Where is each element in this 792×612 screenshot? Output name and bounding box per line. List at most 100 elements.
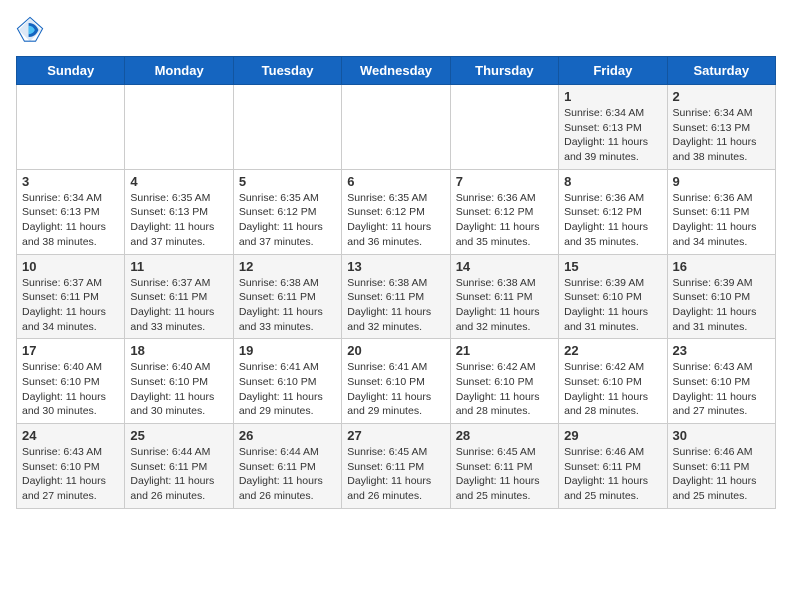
weekday-header-thursday: Thursday [450, 57, 558, 85]
week-row-3: 10 Sunrise: 6:37 AM Sunset: 6:11 PM Dayli… [17, 254, 776, 339]
empty-cell [450, 85, 558, 170]
day-cell-4: 4 Sunrise: 6:35 AM Sunset: 6:13 PM Daylig… [125, 169, 233, 254]
day-number: 12 [239, 259, 336, 274]
day-cell-15: 15 Sunrise: 6:39 AM Sunset: 6:10 PM Dayli… [559, 254, 667, 339]
weekday-header-sunday: Sunday [17, 57, 125, 85]
day-number: 30 [673, 428, 770, 443]
day-cell-20: 20 Sunrise: 6:41 AM Sunset: 6:10 PM Dayli… [342, 339, 450, 424]
day-info: Sunrise: 6:40 AM Sunset: 6:10 PM Dayligh… [130, 360, 227, 419]
day-number: 9 [673, 174, 770, 189]
day-cell-22: 22 Sunrise: 6:42 AM Sunset: 6:10 PM Dayli… [559, 339, 667, 424]
day-cell-1: 1Sunrise: 6:34 AM Sunset: 6:13 PM Daylig… [559, 85, 667, 170]
empty-cell [17, 85, 125, 170]
day-info: Sunrise: 6:40 AM Sunset: 6:10 PM Dayligh… [22, 360, 119, 419]
day-info: Sunrise: 6:39 AM Sunset: 6:10 PM Dayligh… [673, 276, 770, 335]
day-info: Sunrise: 6:43 AM Sunset: 6:10 PM Dayligh… [22, 445, 119, 504]
weekday-header-saturday: Saturday [667, 57, 775, 85]
week-row-1: 1Sunrise: 6:34 AM Sunset: 6:13 PM Daylig… [17, 85, 776, 170]
day-number: 18 [130, 343, 227, 358]
logo-icon [16, 16, 44, 44]
day-cell-16: 16 Sunrise: 6:39 AM Sunset: 6:10 PM Dayli… [667, 254, 775, 339]
day-number: 29 [564, 428, 661, 443]
page-header [16, 16, 776, 44]
day-number: 8 [564, 174, 661, 189]
day-cell-14: 14 Sunrise: 6:38 AM Sunset: 6:11 PM Dayli… [450, 254, 558, 339]
day-info: Sunrise: 6:44 AM Sunset: 6:11 PM Dayligh… [239, 445, 336, 504]
day-number: 25 [130, 428, 227, 443]
day-info: Sunrise: 6:34 AM Sunset: 6:13 PM Dayligh… [22, 191, 119, 250]
day-cell-6: 6 Sunrise: 6:35 AM Sunset: 6:12 PM Daylig… [342, 169, 450, 254]
day-info: Sunrise: 6:36 AM Sunset: 6:12 PM Dayligh… [456, 191, 553, 250]
day-number: 16 [673, 259, 770, 274]
day-info: Sunrise: 6:44 AM Sunset: 6:11 PM Dayligh… [130, 445, 227, 504]
weekday-header-wednesday: Wednesday [342, 57, 450, 85]
day-number: 4 [130, 174, 227, 189]
day-number: 22 [564, 343, 661, 358]
day-number: 7 [456, 174, 553, 189]
day-info: Sunrise: 6:34 AM Sunset: 6:13 PM Dayligh… [564, 106, 661, 165]
day-info: Sunrise: 6:36 AM Sunset: 6:12 PM Dayligh… [564, 191, 661, 250]
day-number: 21 [456, 343, 553, 358]
day-number: 2 [673, 89, 770, 104]
day-cell-9: 9 Sunrise: 6:36 AM Sunset: 6:11 PM Daylig… [667, 169, 775, 254]
day-number: 3 [22, 174, 119, 189]
day-cell-27: 27Sunrise: 6:45 AM Sunset: 6:11 PM Dayli… [342, 424, 450, 509]
day-cell-23: 23 Sunrise: 6:43 AM Sunset: 6:10 PM Dayli… [667, 339, 775, 424]
day-cell-3: 3 Sunrise: 6:34 AM Sunset: 6:13 PM Daylig… [17, 169, 125, 254]
day-info: Sunrise: 6:37 AM Sunset: 6:11 PM Dayligh… [22, 276, 119, 335]
day-cell-11: 11Sunrise: 6:37 AM Sunset: 6:11 PM Dayli… [125, 254, 233, 339]
day-number: 27 [347, 428, 444, 443]
day-cell-8: 8 Sunrise: 6:36 AM Sunset: 6:12 PM Daylig… [559, 169, 667, 254]
day-info: Sunrise: 6:38 AM Sunset: 6:11 PM Dayligh… [347, 276, 444, 335]
day-info: Sunrise: 6:43 AM Sunset: 6:10 PM Dayligh… [673, 360, 770, 419]
day-info: Sunrise: 6:35 AM Sunset: 6:12 PM Dayligh… [239, 191, 336, 250]
day-number: 5 [239, 174, 336, 189]
calendar-table: SundayMondayTuesdayWednesdayThursdayFrid… [16, 56, 776, 509]
day-info: Sunrise: 6:42 AM Sunset: 6:10 PM Dayligh… [456, 360, 553, 419]
day-info: Sunrise: 6:45 AM Sunset: 6:11 PM Dayligh… [456, 445, 553, 504]
day-info: Sunrise: 6:46 AM Sunset: 6:11 PM Dayligh… [564, 445, 661, 504]
day-info: Sunrise: 6:41 AM Sunset: 6:10 PM Dayligh… [239, 360, 336, 419]
day-info: Sunrise: 6:46 AM Sunset: 6:11 PM Dayligh… [673, 445, 770, 504]
empty-cell [233, 85, 341, 170]
day-cell-29: 29 Sunrise: 6:46 AM Sunset: 6:11 PM Dayli… [559, 424, 667, 509]
day-cell-30: 30 Sunrise: 6:46 AM Sunset: 6:11 PM Dayli… [667, 424, 775, 509]
day-number: 26 [239, 428, 336, 443]
day-number: 15 [564, 259, 661, 274]
logo [16, 16, 48, 44]
day-cell-10: 10 Sunrise: 6:37 AM Sunset: 6:11 PM Dayli… [17, 254, 125, 339]
day-info: Sunrise: 6:35 AM Sunset: 6:13 PM Dayligh… [130, 191, 227, 250]
day-cell-2: 2 Sunrise: 6:34 AM Sunset: 6:13 PM Daylig… [667, 85, 775, 170]
day-info: Sunrise: 6:39 AM Sunset: 6:10 PM Dayligh… [564, 276, 661, 335]
day-cell-5: 5 Sunrise: 6:35 AM Sunset: 6:12 PM Daylig… [233, 169, 341, 254]
day-info: Sunrise: 6:34 AM Sunset: 6:13 PM Dayligh… [673, 106, 770, 165]
day-number: 19 [239, 343, 336, 358]
day-number: 13 [347, 259, 444, 274]
day-info: Sunrise: 6:36 AM Sunset: 6:11 PM Dayligh… [673, 191, 770, 250]
weekday-header-monday: Monday [125, 57, 233, 85]
day-number: 20 [347, 343, 444, 358]
day-number: 23 [673, 343, 770, 358]
day-number: 24 [22, 428, 119, 443]
empty-cell [125, 85, 233, 170]
weekday-header-row: SundayMondayTuesdayWednesdayThursdayFrid… [17, 57, 776, 85]
day-number: 10 [22, 259, 119, 274]
day-number: 14 [456, 259, 553, 274]
empty-cell [342, 85, 450, 170]
day-cell-12: 12 Sunrise: 6:38 AM Sunset: 6:11 PM Dayli… [233, 254, 341, 339]
day-info: Sunrise: 6:42 AM Sunset: 6:10 PM Dayligh… [564, 360, 661, 419]
day-cell-21: 21 Sunrise: 6:42 AM Sunset: 6:10 PM Dayli… [450, 339, 558, 424]
day-cell-13: 13 Sunrise: 6:38 AM Sunset: 6:11 PM Dayli… [342, 254, 450, 339]
day-number: 17 [22, 343, 119, 358]
day-info: Sunrise: 6:38 AM Sunset: 6:11 PM Dayligh… [456, 276, 553, 335]
day-info: Sunrise: 6:38 AM Sunset: 6:11 PM Dayligh… [239, 276, 336, 335]
day-info: Sunrise: 6:35 AM Sunset: 6:12 PM Dayligh… [347, 191, 444, 250]
day-cell-28: 28 Sunrise: 6:45 AM Sunset: 6:11 PM Dayli… [450, 424, 558, 509]
day-number: 28 [456, 428, 553, 443]
weekday-header-friday: Friday [559, 57, 667, 85]
day-cell-17: 17 Sunrise: 6:40 AM Sunset: 6:10 PM Dayli… [17, 339, 125, 424]
weekday-header-tuesday: Tuesday [233, 57, 341, 85]
day-info: Sunrise: 6:41 AM Sunset: 6:10 PM Dayligh… [347, 360, 444, 419]
week-row-5: 24 Sunrise: 6:43 AM Sunset: 6:10 PM Dayli… [17, 424, 776, 509]
day-number: 6 [347, 174, 444, 189]
